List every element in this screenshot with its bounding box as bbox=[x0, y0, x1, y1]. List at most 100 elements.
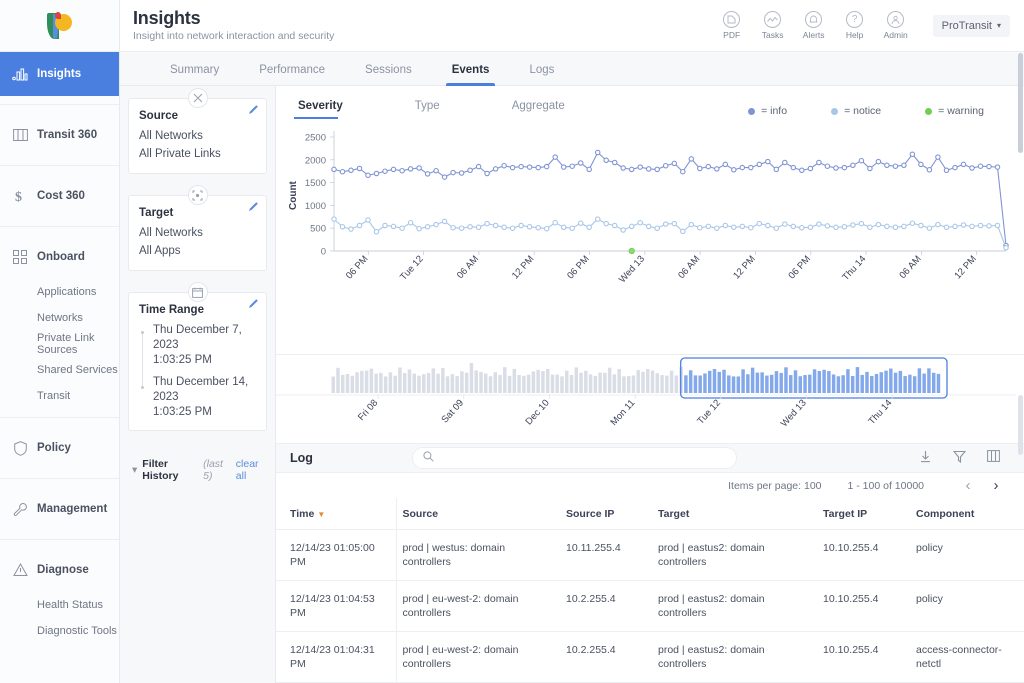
sidebar-subitem-networks[interactable]: Networks bbox=[0, 305, 119, 331]
target-filter-value[interactable]: All Networks bbox=[139, 224, 256, 242]
brand-logo[interactable] bbox=[0, 0, 119, 52]
page-scrollbar-thumb[interactable] bbox=[1018, 53, 1023, 153]
cell-source: prod | westus: domain controllers bbox=[396, 529, 560, 581]
subtab-aggregate[interactable]: Aggregate bbox=[508, 100, 587, 119]
tasks-label: Tasks bbox=[761, 30, 784, 40]
log-search[interactable] bbox=[412, 447, 737, 470]
legend-item-info[interactable]: = info bbox=[748, 105, 787, 117]
legend-item-notice[interactable]: = notice bbox=[831, 105, 881, 117]
alerts-label: Alerts bbox=[802, 30, 825, 40]
sidebar-item-management[interactable]: Management bbox=[0, 487, 119, 531]
search-input[interactable] bbox=[440, 452, 726, 465]
tab-summary[interactable]: Summary bbox=[150, 64, 239, 85]
filter-history[interactable]: ▾ Filter History (last 5) clear all bbox=[128, 452, 267, 482]
target-filter-card: Target All Networks All Apps bbox=[128, 185, 267, 271]
sidebar-subitem-shared-services[interactable]: Shared Services bbox=[0, 357, 119, 383]
edit-time-range-button[interactable] bbox=[248, 298, 259, 312]
pdf-button[interactable]: PDF bbox=[718, 11, 746, 40]
legend-label: = warning bbox=[938, 105, 984, 117]
wrench-icon bbox=[12, 501, 28, 517]
sidebar-divider bbox=[0, 478, 119, 479]
tab-sessions[interactable]: Sessions bbox=[345, 64, 432, 85]
sidebar-item-onboard[interactable]: Onboard bbox=[0, 235, 119, 279]
events-line-chart[interactable]: 0 500 1000 1500 2000 2500 Count 06 PM Tue 12 06 A… bbox=[276, 119, 1024, 354]
sidebar-item-policy[interactable]: Policy bbox=[0, 426, 119, 470]
col-source[interactable]: Source bbox=[396, 498, 560, 530]
svg-text:Tue 12: Tue 12 bbox=[398, 254, 426, 283]
edit-source-button[interactable] bbox=[248, 104, 259, 118]
range-start-date[interactable]: Thu December 7, 2023 bbox=[153, 323, 256, 353]
sidebar-item-cost-360[interactable]: $ Cost 360 bbox=[0, 174, 119, 218]
account-selector[interactable]: ProTransit ▾ bbox=[932, 14, 1010, 37]
col-time[interactable]: Time ▼ bbox=[276, 498, 397, 530]
sidebar-item-insights[interactable]: Insights bbox=[0, 52, 119, 96]
sidebar-subitem-applications[interactable]: Applications bbox=[0, 279, 119, 305]
time-brush-chart[interactable]: Fri 08 Sat 09 Dec 10 Mon 11 Tue 12 Wed 13 Thu … bbox=[276, 354, 1024, 444]
pdf-label: PDF bbox=[723, 30, 741, 40]
range-end-time[interactable]: 1:03:25 PM bbox=[153, 405, 256, 420]
items-per-page[interactable]: Items per page: 100 bbox=[728, 480, 821, 492]
prev-page-button[interactable]: ‹ bbox=[954, 477, 982, 494]
events-panel: Severity Type Aggregate = info = notice bbox=[275, 86, 1024, 683]
subtab-severity[interactable]: Severity bbox=[294, 100, 365, 119]
legend-item-warning[interactable]: = warning bbox=[925, 105, 984, 117]
sidebar-item-transit-360[interactable]: Transit 360 bbox=[0, 113, 119, 157]
svg-text:06 PM: 06 PM bbox=[565, 254, 592, 282]
range-start-time[interactable]: 1:03:25 PM bbox=[153, 353, 256, 368]
tab-events[interactable]: Events bbox=[432, 64, 510, 86]
table-scrollbar-thumb[interactable] bbox=[1018, 395, 1023, 455]
tab-label: Sessions bbox=[365, 64, 412, 76]
col-component[interactable]: Component bbox=[910, 498, 1024, 530]
range-end-date[interactable]: Thu December 14, 2023 bbox=[153, 375, 256, 405]
alerts-button[interactable]: Alerts bbox=[800, 11, 828, 40]
sidebar-item-label: Transit 360 bbox=[37, 129, 98, 141]
table-row[interactable]: 12/14/23 01:04:31 PM prod | eu-west-2: d… bbox=[276, 631, 1024, 683]
tab-label: Events bbox=[451, 64, 490, 76]
tasks-button[interactable]: Tasks bbox=[759, 11, 787, 40]
sidebar-divider bbox=[0, 226, 119, 227]
subtab-type[interactable]: Type bbox=[411, 100, 462, 119]
bell-icon bbox=[805, 11, 823, 28]
page-title: Insights bbox=[133, 8, 201, 28]
sidebar-subitem-private-link-sources[interactable]: Private Link Sources bbox=[0, 331, 119, 357]
svg-text:0: 0 bbox=[321, 247, 326, 258]
source-filter-value[interactable]: All Private Links bbox=[139, 145, 256, 163]
col-target[interactable]: Target bbox=[652, 498, 817, 530]
source-filter-value[interactable]: All Networks bbox=[139, 127, 256, 145]
svg-text:Wed 13: Wed 13 bbox=[617, 254, 647, 286]
table-row[interactable]: 12/14/23 01:04:53 PM prod | eu-west-2: d… bbox=[276, 580, 1024, 632]
cell-source: prod | eu-west-2: domain controllers bbox=[396, 580, 560, 632]
clear-all-button[interactable]: clear all bbox=[236, 458, 267, 482]
target-filter-value[interactable]: All Apps bbox=[139, 242, 256, 260]
svg-text:06 PM: 06 PM bbox=[786, 254, 813, 282]
filter-icon[interactable] bbox=[952, 450, 967, 466]
download-icon[interactable] bbox=[919, 450, 932, 466]
columns-icon[interactable] bbox=[987, 450, 1000, 466]
admin-button[interactable]: Admin bbox=[882, 11, 910, 40]
main-tabs: Summary Performance Sessions Events Logs bbox=[120, 52, 1024, 86]
next-page-button[interactable]: › bbox=[982, 477, 1010, 494]
svg-text:06 AM: 06 AM bbox=[676, 254, 702, 281]
edit-target-button[interactable] bbox=[248, 201, 259, 215]
sidebar-subitem-health-status[interactable]: Health Status bbox=[0, 592, 119, 618]
col-source-ip[interactable]: Source IP bbox=[560, 498, 652, 530]
cell-target: prod | eastus2: domain controllers bbox=[652, 529, 817, 581]
tab-logs[interactable]: Logs bbox=[509, 64, 574, 85]
svg-text:Tue 12: Tue 12 bbox=[695, 398, 723, 427]
svg-text:$: $ bbox=[15, 190, 22, 204]
log-tool-icons bbox=[919, 450, 1000, 466]
table-row[interactable]: 12/14/23 01:05:00 PM prod | westus: doma… bbox=[276, 529, 1024, 581]
svg-text:2000: 2000 bbox=[305, 155, 326, 166]
sidebar-subitem-diagnostic-tools[interactable]: Diagnostic Tools bbox=[0, 618, 119, 644]
grid-icon bbox=[12, 249, 28, 265]
log-toolbar: Log bbox=[276, 444, 1024, 474]
col-target-ip[interactable]: Target IP bbox=[817, 498, 910, 530]
admin-label: Admin bbox=[883, 30, 908, 40]
time-range-title: Time Range bbox=[139, 304, 204, 316]
help-button[interactable]: ? Help bbox=[841, 11, 869, 40]
sidebar-item-diagnose[interactable]: Diagnose bbox=[0, 548, 119, 592]
tab-performance[interactable]: Performance bbox=[239, 64, 345, 85]
sidebar-item-label: Onboard bbox=[37, 251, 85, 263]
col-label: Target bbox=[658, 508, 690, 520]
sidebar-subitem-transit[interactable]: Transit bbox=[0, 383, 119, 409]
